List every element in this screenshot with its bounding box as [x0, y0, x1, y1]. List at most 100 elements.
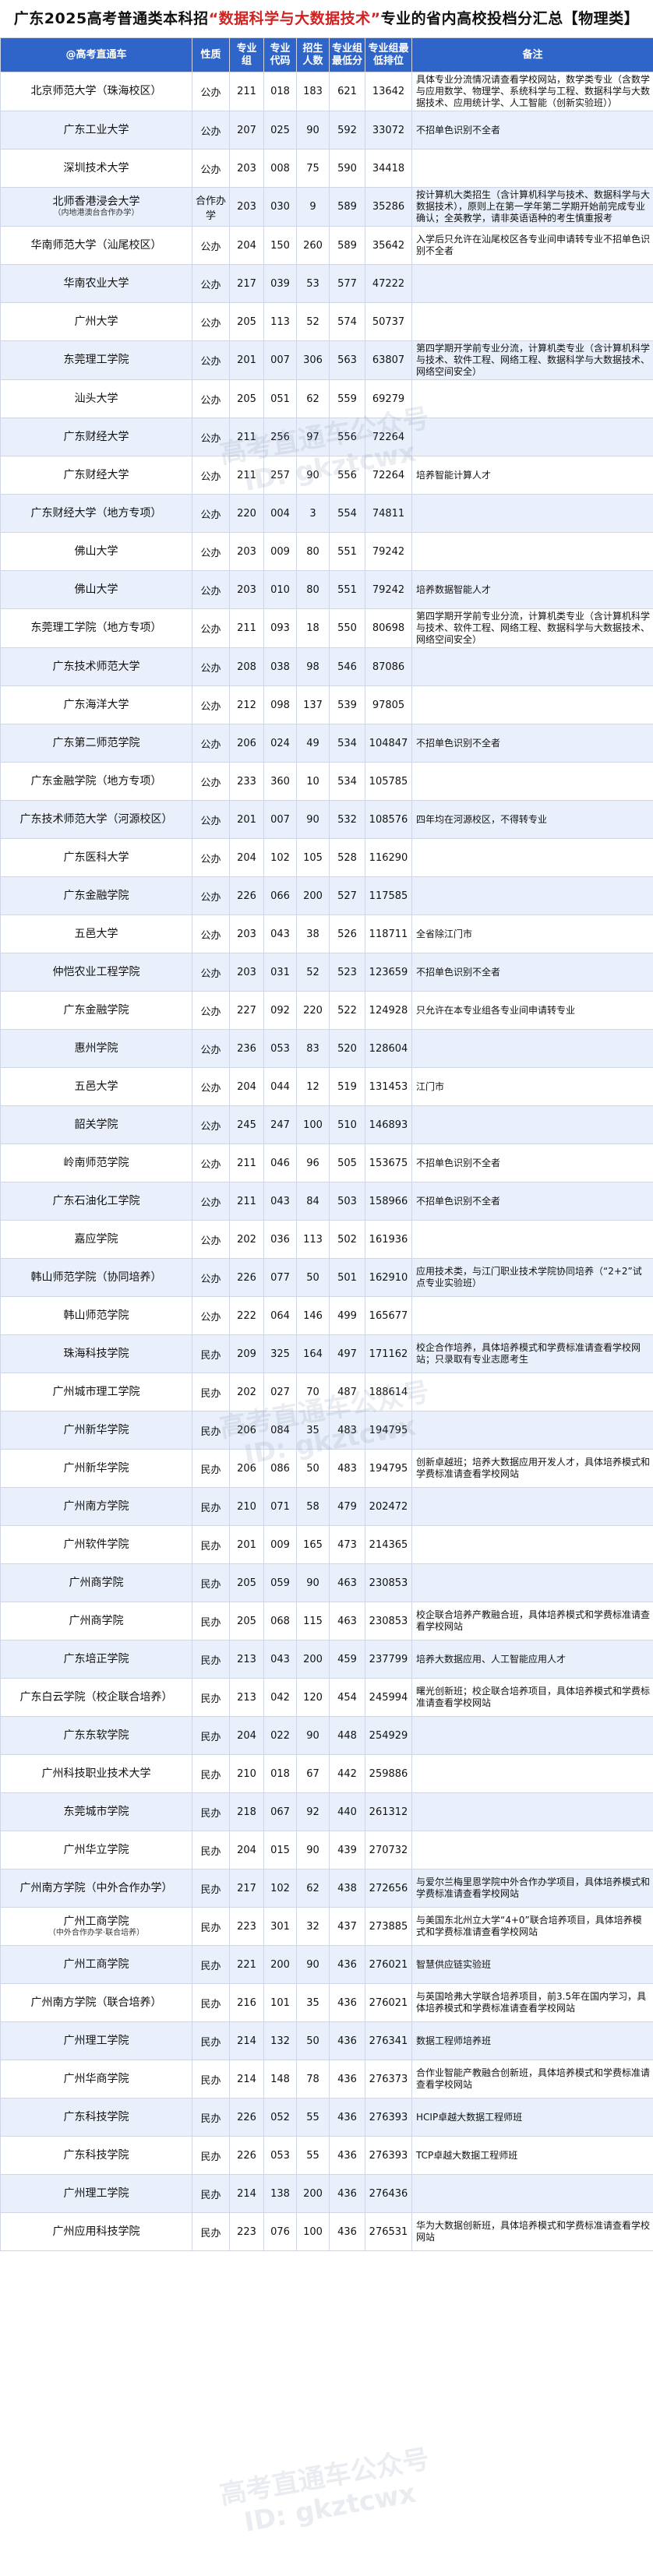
cell-count: 100 — [296, 1105, 330, 1144]
cell-type: 公办 — [192, 724, 230, 763]
cell-school: 广东培正学院 — [0, 1640, 192, 1679]
cell-group: 217 — [229, 1869, 264, 1908]
cell-type: 公办 — [192, 72, 230, 111]
cell-type: 公办 — [192, 302, 230, 341]
watermark-line: 高考直通车公众号 — [217, 2443, 432, 2511]
cell-group: 233 — [229, 762, 264, 801]
table-row: 广东技术师范大学 公办 208 038 98 546 87086 — [0, 647, 653, 686]
cell-school: 广州工商学院 （中外合作办学·联合培养） — [0, 1907, 192, 1946]
cell-code: 247 — [263, 1105, 297, 1144]
cell-note: TCP卓越大数据工程师班 — [411, 2136, 653, 2175]
cell-group: 214 — [229, 2174, 264, 2213]
cell-note: 具体专业分流情况请查看学校网站，数学类专业（含数学与应用数学、物理学、系统科学与… — [411, 72, 653, 111]
school-name: 韩山师范学院（协同培养） — [30, 1270, 162, 1284]
cell-group: 203 — [229, 953, 264, 992]
school-name: 广州南方学院 — [63, 1499, 129, 1513]
table-row: 韶关学院 公办 245 247 100 510 146893 — [0, 1105, 653, 1144]
cell-count: 115 — [296, 1602, 330, 1640]
cell-school: 广东东软学院 — [0, 1716, 192, 1755]
school-name: 华南农业大学 — [63, 277, 129, 290]
page: 广东2025高考普通类本科招“数据科学与大数据技术”专业的省内高校投档分汇总【物… — [0, 0, 653, 2539]
cell-school: 广东金融学院 — [0, 991, 192, 1030]
cell-rank: 50737 — [365, 302, 412, 341]
cell-group: 226 — [229, 1258, 264, 1297]
cell-rank: 161936 — [365, 1220, 412, 1259]
cell-group: 210 — [229, 1487, 264, 1526]
cell-note: 第四学期开学前专业分流，计算机类专业（含计算机科学与技术、软件工程、网络工程、数… — [411, 340, 653, 380]
cell-code: 092 — [263, 991, 297, 1030]
cell-code: 042 — [263, 1678, 297, 1717]
school-name: 北京师范大学（珠海校区） — [30, 85, 162, 97]
cell-school: 广州理工学院 — [0, 2021, 192, 2060]
table-row: 广东科技学院 民办 226 052 55 436 276393 HCIP卓越大数据工程师班 — [0, 2098, 653, 2137]
cell-code: 008 — [263, 149, 297, 188]
cell-score: 526 — [329, 914, 365, 953]
cell-school: 广东白云学院（校企联合培养） — [0, 1678, 192, 1717]
table-row: 韩山师范学院 公办 222 064 146 499 165677 — [0, 1296, 653, 1335]
cell-code: 053 — [263, 2136, 297, 2175]
cell-count: 306 — [296, 340, 330, 380]
table-row: 广东海洋大学 公办 212 098 137 539 97805 — [0, 685, 653, 724]
cell-score: 499 — [329, 1296, 365, 1335]
school-name: 广东东软学院 — [63, 1728, 129, 1742]
cell-score: 523 — [329, 953, 365, 992]
cell-code: 009 — [263, 1525, 297, 1564]
cell-type: 公办 — [192, 456, 230, 495]
cell-code: 102 — [263, 1869, 297, 1908]
cell-rank: 104847 — [365, 724, 412, 763]
cell-score: 463 — [329, 1602, 365, 1640]
cell-type: 公办 — [192, 226, 230, 265]
cell-type: 民办 — [192, 2060, 230, 2099]
table-row: 广州工商学院 （中外合作办学·联合培养） 民办 223 301 32 437 273885 与美… — [0, 1907, 653, 1946]
school-name: 广州城市理工学院 — [52, 1385, 140, 1398]
cell-group: 205 — [229, 1563, 264, 1602]
cell-code: 031 — [263, 953, 297, 992]
cell-group: 203 — [229, 532, 264, 571]
cell-note — [411, 1105, 653, 1144]
cell-count: 200 — [296, 2174, 330, 2213]
cell-count: 49 — [296, 724, 330, 763]
cell-note — [411, 532, 653, 571]
table-row: 广州新华学院 民办 206 084 35 483 194795 — [0, 1411, 653, 1450]
cell-type: 公办 — [192, 1220, 230, 1259]
cell-note — [411, 1411, 653, 1450]
cell-rank: 47222 — [365, 264, 412, 303]
cell-note: 培养数据智能人才 — [411, 570, 653, 609]
cell-note — [411, 838, 653, 877]
school-name: 广东金融学院 — [63, 1003, 129, 1017]
cell-count: 67 — [296, 1754, 330, 1793]
cell-count: 113 — [296, 1220, 330, 1259]
cell-rank: 80698 — [365, 608, 412, 648]
cell-group: 213 — [229, 1678, 264, 1717]
cell-school: 五邑大学 — [0, 1067, 192, 1106]
table-row: 广东财经大学 公办 211 256 97 556 72264 — [0, 418, 653, 456]
cell-code: 039 — [263, 264, 297, 303]
cell-count: 50 — [296, 2021, 330, 2060]
cell-code: 052 — [263, 2098, 297, 2137]
school-name: 东莞理工学院（地方专项） — [30, 622, 162, 634]
cell-count: 58 — [296, 1487, 330, 1526]
cell-score: 448 — [329, 1716, 365, 1755]
cell-code: 036 — [263, 1220, 297, 1259]
cell-rank: 74811 — [365, 494, 412, 533]
cell-code: 043 — [263, 1640, 297, 1679]
cell-code: 066 — [263, 876, 297, 915]
cell-code: 256 — [263, 418, 297, 456]
cell-school: 广州科技职业技术大学 — [0, 1754, 192, 1793]
cell-note — [411, 379, 653, 418]
cell-code: 084 — [263, 1411, 297, 1450]
cell-count: 3 — [296, 494, 330, 533]
cell-count: 18 — [296, 608, 330, 648]
cell-type: 公办 — [192, 1182, 230, 1221]
cell-code: 007 — [263, 800, 297, 839]
cell-code: 027 — [263, 1373, 297, 1411]
cell-score: 503 — [329, 1182, 365, 1221]
table-row: 深圳技术大学 公办 203 008 75 590 34418 — [0, 149, 653, 188]
cell-rank: 33072 — [365, 111, 412, 150]
cell-note: 校企联合培养产教融合班，具体培养模式和学费标准请查看学校网站 — [411, 1602, 653, 1640]
table-row: 广州科技职业技术大学 民办 210 018 67 442 259886 — [0, 1754, 653, 1793]
table-row: 珠海科技学院 民办 209 325 164 497 171162 校企合作培养，具体培养模式和… — [0, 1334, 653, 1373]
cell-note — [411, 762, 653, 801]
cell-group: 208 — [229, 647, 264, 686]
cell-score: 473 — [329, 1525, 365, 1564]
